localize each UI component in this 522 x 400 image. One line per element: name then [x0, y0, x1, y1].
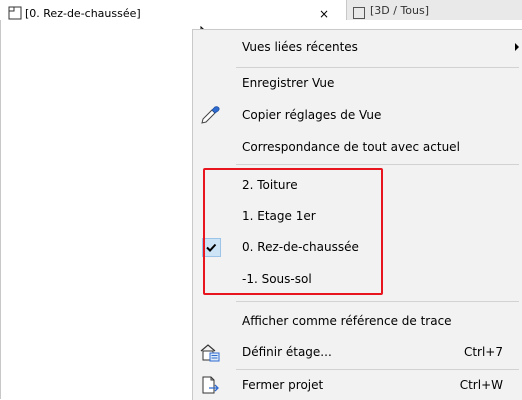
3d-window-icon	[353, 7, 365, 19]
story-list-highlight	[203, 168, 383, 295]
menu-item-define-story[interactable]: Définir étage... Ctrl+7	[193, 337, 522, 367]
floor-plan-icon	[8, 6, 22, 20]
window-left-border	[0, 0, 1, 399]
menu-item-label: Vues liées récentes	[242, 40, 358, 54]
menu-item-copy-view-settings[interactable]: Copier réglages de Vue	[193, 100, 522, 130]
menu-item-label: Afficher comme référence de trace	[242, 314, 452, 328]
menu-item-shortcut: Ctrl+7	[463, 345, 503, 359]
menu-item-recent-linked-views[interactable]: Vues liées récentes	[193, 32, 522, 62]
tab-strip: [0. Rez-de-chaussée] × [3D / Tous]	[0, 0, 522, 20]
tab-3d-label: [3D / Tous]	[370, 4, 430, 17]
menu-item-close-project[interactable]: Fermer projet Ctrl+W	[193, 370, 522, 400]
eyedropper-icon	[201, 106, 220, 124]
menu-item-match-all-with-current[interactable]: Correspondance de tout avec actuel	[193, 132, 522, 162]
menu-separator	[236, 301, 519, 302]
menu-item-show-as-trace-reference[interactable]: Afficher comme référence de trace	[193, 306, 522, 336]
menu-item-save-view[interactable]: Enregistrer Vue	[193, 68, 522, 98]
submenu-arrow-icon	[515, 43, 519, 51]
tab-floor-plan[interactable]: [0. Rez-de-chaussée]	[8, 5, 141, 21]
tab-close-button[interactable]: ×	[319, 8, 329, 20]
menu-item-shortcut: Ctrl+W	[459, 378, 503, 392]
menu-item-label: Enregistrer Vue	[242, 76, 335, 90]
close-project-icon	[202, 376, 219, 394]
menu-item-label: Définir étage...	[242, 345, 332, 359]
menu-item-label: Correspondance de tout avec actuel	[242, 140, 460, 154]
tab-floor-plan-label: [0. Rez-de-chaussée]	[25, 6, 141, 20]
define-story-icon	[200, 344, 220, 362]
tab-3d[interactable]: [3D / Tous]	[346, 0, 522, 20]
menu-item-label: Fermer projet	[242, 378, 324, 392]
menu-item-label: Copier réglages de Vue	[242, 108, 382, 122]
menu-separator	[236, 164, 519, 165]
